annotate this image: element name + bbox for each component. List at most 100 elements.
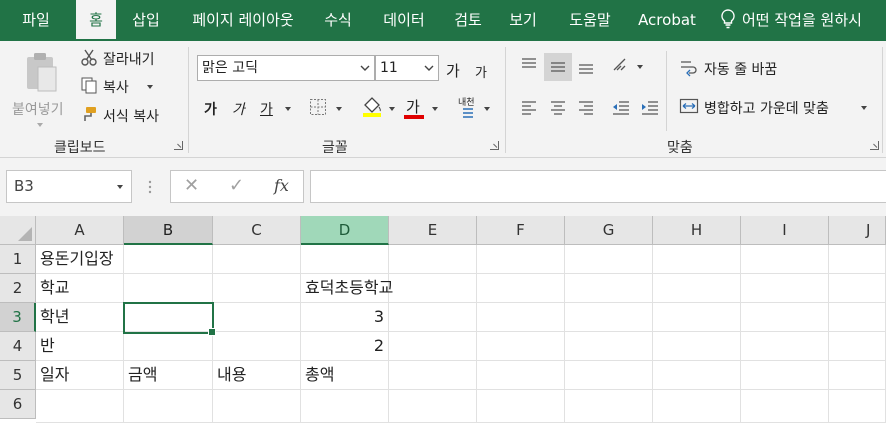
cell-d4[interactable]: 2 [301, 332, 389, 361]
cell-f5[interactable] [477, 361, 565, 390]
wrap-text-button[interactable]: 자동 줄 바꿈 [676, 55, 816, 81]
cell-f3[interactable] [477, 303, 565, 332]
row-header-3[interactable]: 3 [0, 303, 36, 332]
merge-center-button[interactable]: 병합하고 가운데 맞춤 [676, 94, 876, 120]
align-center-icon[interactable] [549, 98, 567, 116]
paste-button[interactable]: 붙여넣기 [8, 47, 70, 129]
font-launcher-icon[interactable] [490, 141, 499, 150]
cell-g1[interactable] [565, 245, 653, 274]
cell-b6[interactable] [124, 390, 213, 423]
cell-g4[interactable] [565, 332, 653, 361]
cell-g5[interactable] [565, 361, 653, 390]
grow-font-button[interactable]: 가 [446, 60, 460, 81]
cell-c5[interactable]: 내용 [213, 361, 301, 390]
cell-i3[interactable] [741, 303, 829, 332]
cell-i5[interactable] [741, 361, 829, 390]
formula-input[interactable] [310, 170, 886, 203]
column-header-i[interactable]: I [741, 216, 829, 245]
cell-f4[interactable] [477, 332, 565, 361]
copy-button[interactable]: 복사 [78, 74, 170, 98]
cell-j4[interactable] [829, 332, 886, 361]
cell-d3[interactable]: 3 [301, 303, 389, 332]
tab-home[interactable]: 홈 [76, 0, 116, 41]
row-header-2[interactable]: 2 [0, 274, 36, 303]
font-color-dropdown-icon[interactable] [432, 107, 438, 111]
fill-color-icon[interactable] [361, 95, 383, 117]
cell-j5[interactable] [829, 361, 886, 390]
shrink-font-button[interactable]: 가 [475, 62, 487, 81]
tab-acrobat[interactable]: Acrobat [634, 0, 700, 41]
cell-d6[interactable] [301, 390, 389, 423]
cell-a3[interactable]: 학년 [36, 303, 124, 332]
cell-f6[interactable] [477, 390, 565, 423]
cell-c1[interactable] [213, 245, 301, 274]
font-size-combo[interactable]: 11 [375, 55, 439, 81]
cell-c4[interactable] [213, 332, 301, 361]
cell-g6[interactable] [565, 390, 653, 423]
cell-f1[interactable] [477, 245, 565, 274]
tell-me-search[interactable]: 어떤 작업을 원하시 [720, 0, 862, 41]
column-header-c[interactable]: C [213, 216, 301, 245]
tab-data[interactable]: 데이터 [374, 0, 434, 41]
insert-function-button[interactable]: fx [274, 176, 289, 195]
cell-b1[interactable] [124, 245, 213, 274]
format-painter-button[interactable]: 서식 복사 [78, 103, 178, 127]
cell-b4[interactable] [124, 332, 213, 361]
decrease-indent-icon[interactable] [611, 98, 631, 116]
tab-view[interactable]: 보기 [503, 0, 543, 41]
cell-e4[interactable] [389, 332, 477, 361]
name-box-dropdown-icon[interactable] [117, 185, 123, 189]
cell-i1[interactable] [741, 245, 829, 274]
column-header-j[interactable]: J [829, 216, 886, 245]
italic-button[interactable]: 가 [232, 99, 245, 119]
enter-button[interactable]: ✓ [229, 175, 244, 196]
tab-file[interactable]: 파일 [12, 0, 60, 41]
borders-icon[interactable] [309, 98, 327, 116]
cut-button[interactable]: 잘라내기 [78, 46, 170, 70]
cell-a5[interactable]: 일자 [36, 361, 124, 390]
align-right-icon[interactable] [577, 98, 595, 116]
column-header-d[interactable]: D [301, 216, 389, 245]
cell-f2[interactable] [477, 274, 565, 303]
increase-indent-icon[interactable] [640, 98, 660, 116]
cell-j1[interactable] [829, 245, 886, 274]
row-header-5[interactable]: 5 [0, 361, 36, 390]
cell-h6[interactable] [653, 390, 741, 423]
cell-a1[interactable]: 용돈기입장 [36, 245, 124, 274]
worksheet-grid[interactable]: A B C D E F G H I J 1 2 3 4 5 6 용돈기입장 학교 효… [0, 216, 886, 423]
cell-d1[interactable] [301, 245, 389, 274]
cell-h5[interactable] [653, 361, 741, 390]
font-name-combo[interactable]: 맑은 고딕 [197, 55, 375, 81]
cell-c2[interactable] [213, 274, 301, 303]
cell-c3[interactable] [213, 303, 301, 332]
cell-b2[interactable] [124, 274, 213, 303]
cell-g3[interactable] [565, 303, 653, 332]
cell-b5[interactable]: 금액 [124, 361, 213, 390]
column-header-f[interactable]: F [477, 216, 565, 245]
column-header-g[interactable]: G [565, 216, 653, 245]
cell-g2[interactable] [565, 274, 653, 303]
tab-page-layout[interactable]: 페이지 레이아웃 [182, 0, 304, 41]
cancel-button[interactable]: ✕ [184, 175, 199, 196]
cell-e3[interactable] [389, 303, 477, 332]
cell-h2[interactable] [653, 274, 741, 303]
cell-e6[interactable] [389, 390, 477, 423]
underline-dropdown-icon[interactable] [285, 107, 291, 111]
tab-insert[interactable]: 삽입 [126, 0, 166, 41]
row-header-6[interactable]: 6 [0, 390, 36, 419]
select-all-button[interactable] [0, 216, 36, 245]
cell-d5[interactable]: 총액 [301, 361, 389, 390]
cell-e2[interactable] [389, 274, 477, 303]
orientation-dropdown-icon[interactable] [637, 65, 643, 69]
align-middle-button[interactable] [544, 53, 572, 81]
cell-a6[interactable] [36, 390, 124, 423]
phonetic-dropdown-icon[interactable] [484, 107, 490, 111]
tab-formulas[interactable]: 수식 [318, 0, 358, 41]
alignment-launcher-icon[interactable] [870, 141, 879, 150]
cell-j6[interactable] [829, 390, 886, 423]
cell-h3[interactable] [653, 303, 741, 332]
cell-i2[interactable] [741, 274, 829, 303]
align-top-icon[interactable] [520, 56, 538, 74]
align-bottom-icon[interactable] [577, 58, 595, 76]
tab-help[interactable]: 도움말 [563, 0, 617, 41]
